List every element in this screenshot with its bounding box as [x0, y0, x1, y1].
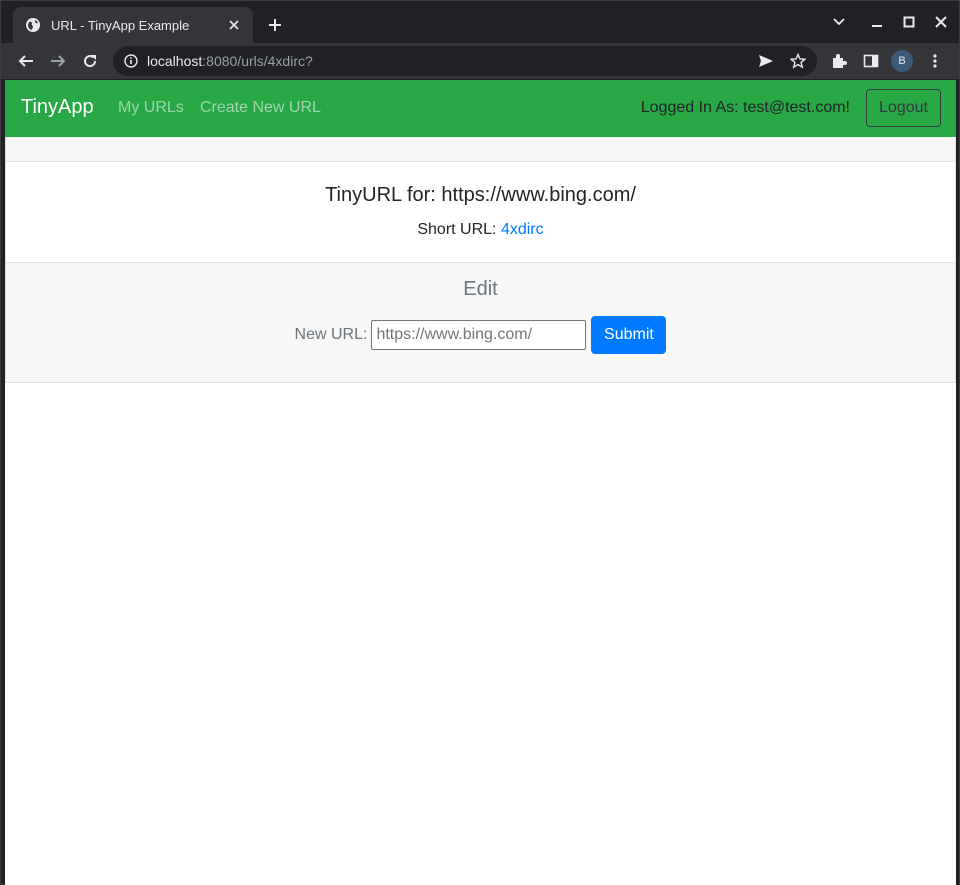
- close-window-icon[interactable]: [929, 11, 953, 33]
- minimize-icon[interactable]: [865, 11, 889, 33]
- card-header: [6, 137, 955, 162]
- side-panel-icon[interactable]: [859, 49, 883, 73]
- browser-tab[interactable]: URL - TinyApp Example: [13, 7, 253, 43]
- menu-icon[interactable]: [923, 49, 947, 73]
- reload-icon[interactable]: [77, 48, 103, 74]
- nav-my-urls[interactable]: My URLs: [118, 99, 184, 117]
- maximize-icon[interactable]: [897, 11, 921, 33]
- globe-icon: [25, 17, 41, 33]
- new-tab-icon[interactable]: [263, 13, 287, 37]
- short-url-line: Short URL: 4xdirc: [6, 221, 955, 239]
- logout-button[interactable]: Logout: [866, 89, 941, 127]
- new-url-label: New URL:: [294, 326, 368, 343]
- address-bar[interactable]: localhost:8080/urls/4xdirc?: [113, 46, 817, 76]
- tab-search-icon[interactable]: [827, 11, 851, 33]
- back-icon[interactable]: [13, 48, 39, 74]
- page-viewport: TinyApp My URLs Create New URL Logged In…: [5, 80, 956, 885]
- logged-in-text: Logged In As: test@test.com!: [640, 99, 850, 116]
- info-icon[interactable]: [123, 53, 139, 69]
- new-url-input[interactable]: [371, 320, 587, 350]
- navbar: TinyApp My URLs Create New URL Logged In…: [5, 80, 956, 137]
- url-card-title: TinyURL for: https://www.bing.com/: [325, 184, 636, 206]
- submit-button[interactable]: Submit: [591, 316, 667, 354]
- card-body: TinyURL for: https://www.bing.com/ Short…: [6, 162, 955, 263]
- star-icon[interactable]: [787, 50, 809, 72]
- short-url-label: Short URL:: [417, 221, 497, 238]
- tab-title: URL - TinyApp Example: [51, 17, 190, 33]
- close-tab-icon[interactable]: [225, 16, 243, 34]
- profile-avatar[interactable]: B: [891, 50, 913, 72]
- short-url-link[interactable]: 4xdirc: [501, 221, 544, 238]
- brand-link[interactable]: TinyApp: [21, 96, 94, 119]
- url-host: localhost: [147, 53, 203, 69]
- edit-section: Edit New URL: Submit: [6, 263, 955, 382]
- browser-window: URL - TinyApp Example localhost:8080/ur…: [0, 0, 960, 885]
- edit-heading: Edit: [463, 278, 498, 300]
- extensions-icon[interactable]: [827, 49, 851, 73]
- tab-strip: URL - TinyApp Example: [1, 1, 959, 43]
- forward-icon[interactable]: [45, 48, 71, 74]
- url-path: :8080/urls/4xdirc?: [202, 53, 313, 69]
- browser-toolbar: localhost:8080/urls/4xdirc? B: [1, 43, 959, 79]
- url-card: TinyURL for: https://www.bing.com/ Short…: [5, 137, 956, 383]
- nav-create-new-url[interactable]: Create New URL: [200, 99, 321, 117]
- window-edge: [956, 80, 959, 885]
- edit-form: New URL: Submit: [6, 316, 955, 354]
- send-icon[interactable]: [755, 50, 777, 72]
